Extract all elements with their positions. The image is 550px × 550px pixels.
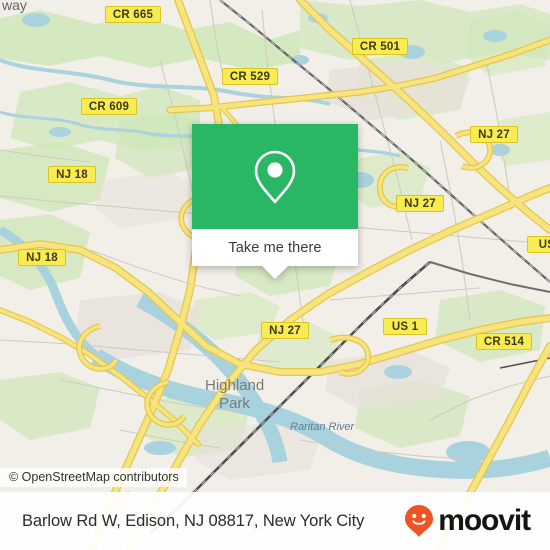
road-shield: CR 609 [81,98,137,115]
footer-bar: Barlow Rd W, Edison, NJ 08817, New York … [0,492,550,550]
location-popup-card[interactable]: Take me there [192,124,358,279]
map-attribution[interactable]: © OpenStreetMap contributors [0,468,187,487]
road-shield: CR 665 [105,6,161,23]
road-shield-label: US 1 [391,320,419,333]
road-shield: NJ 27 [396,195,444,212]
road-shield-label: NJ 27 [404,197,436,210]
road-shield: NJ 27 [470,126,518,143]
location-pin-icon [254,150,296,203]
road-shield-label: CR 501 [359,40,401,53]
road-shield-label: NJ 18 [56,168,88,181]
road-shield-label: CR 514 [483,335,525,348]
road-shield: US 1 [383,318,427,335]
address-text: Barlow Rd W, Edison, NJ 08817, New York … [22,511,365,530]
road-shield-label: NJ 18 [26,251,58,264]
road-shield-label: NJ 27 [478,128,510,141]
road-shield: CR 514 [476,333,532,350]
popup-pointer-tail [262,266,288,279]
road-shield: NJ 27 [261,322,309,339]
road-shield-label: US [538,238,550,251]
moovit-pin-icon [405,505,434,537]
moovit-wordmark: moovit [438,504,531,537]
road-shield-label: CR 665 [112,8,154,21]
road-shield: CR 501 [352,38,408,55]
popup-footer[interactable]: Take me there [192,229,358,279]
road-shield-label: NJ 27 [269,324,301,337]
moovit-logo[interactable]: moovit [404,504,536,538]
popup-header [192,124,358,229]
road-shield: CR 529 [222,68,278,85]
map-screenshot-root: way Highland Park Raritan River CR 665 CR 50… [0,0,550,550]
road-shield-label: CR 529 [229,70,271,83]
road-shield: NJ 18 [48,166,96,183]
road-shield: US [527,236,550,253]
road-shield-label: CR 609 [88,100,130,113]
take-me-there-label: Take me there [228,239,322,256]
road-shield: NJ 18 [18,249,66,266]
